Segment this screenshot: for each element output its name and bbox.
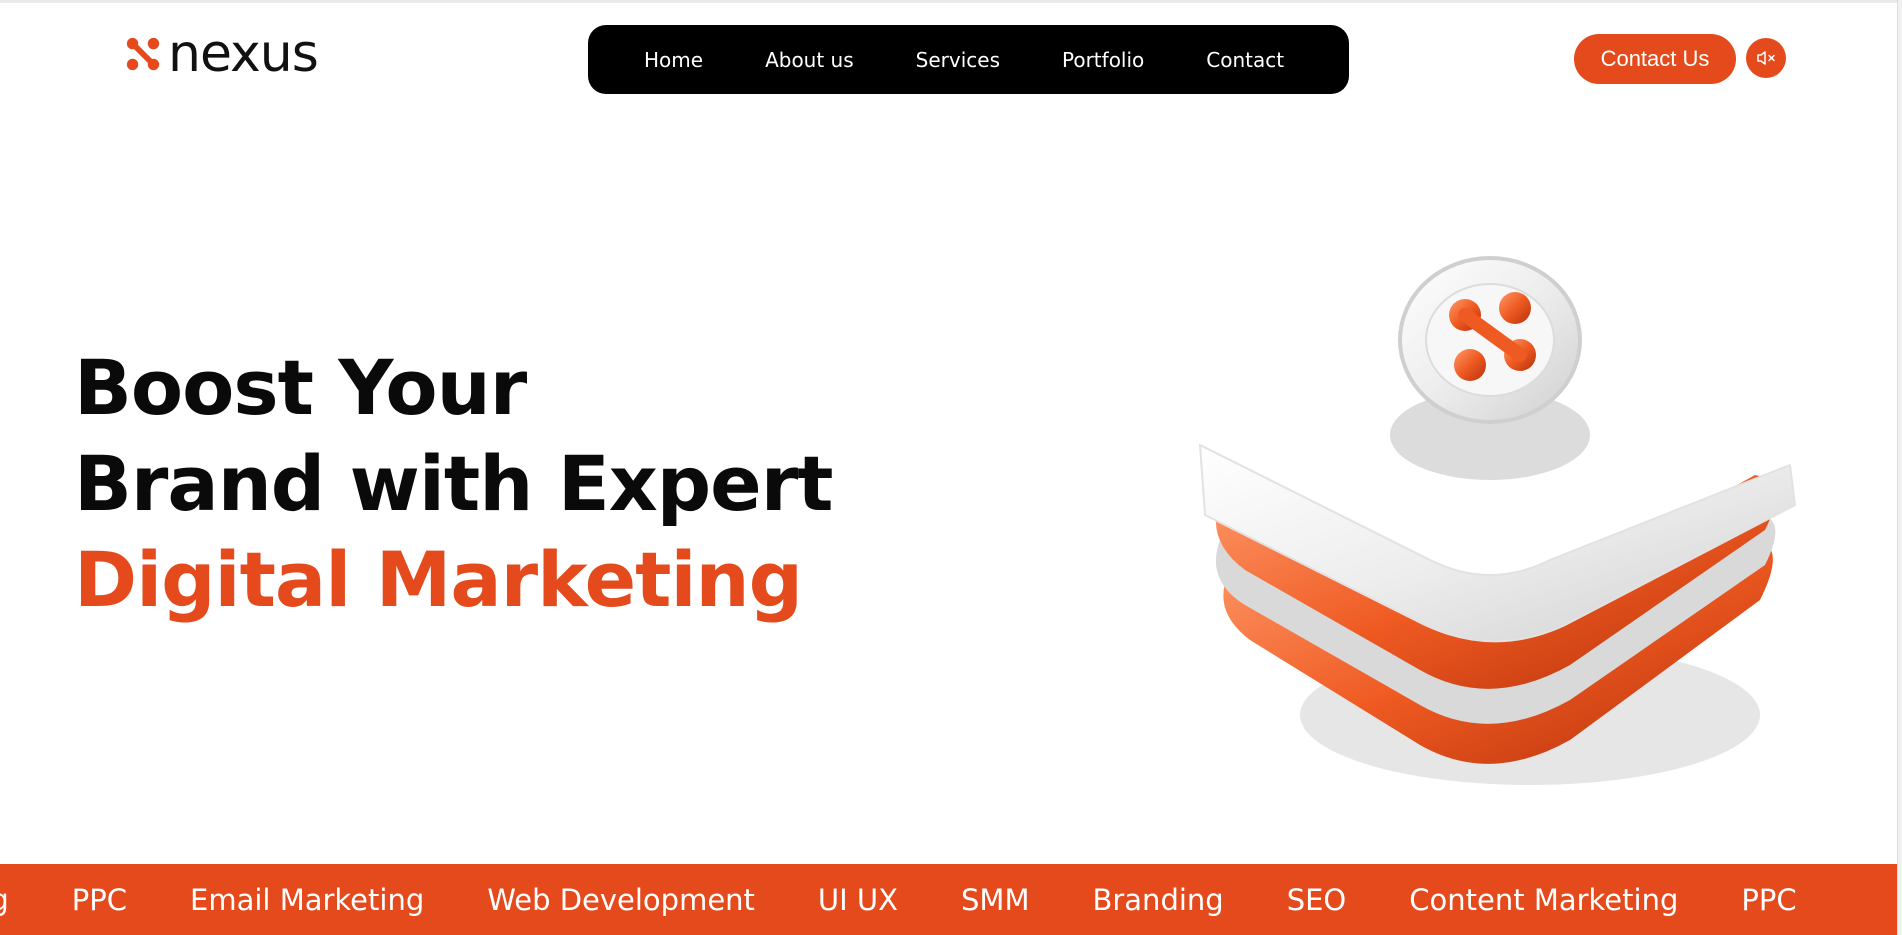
nav-contact[interactable]: Contact <box>1206 48 1284 72</box>
marquee-item: PPC <box>1741 882 1797 917</box>
services-marquee: ng PPC Email Marketing Web Development U… <box>0 864 1897 935</box>
nav-portfolio[interactable]: Portfolio <box>1062 48 1144 72</box>
brand-logo[interactable]: nexus <box>124 24 319 84</box>
marquee-item: Content Marketing <box>1409 882 1679 917</box>
hero-headline: Boost Your Brand with Expert Digital Mar… <box>74 340 834 628</box>
marquee-item: ng <box>0 883 9 917</box>
ring-logo-dot-3 <box>1454 349 1486 381</box>
page-scrollbar[interactable] <box>1897 0 1902 935</box>
ring-logo-dot-2 <box>1499 292 1531 324</box>
nav-services[interactable]: Services <box>916 48 1000 72</box>
nav-about-us[interactable]: About us <box>765 48 854 72</box>
marquee-item: PPC <box>71 882 128 917</box>
hero-line-3: Digital Marketing <box>74 535 803 624</box>
top-border <box>0 0 1902 3</box>
marquee-item: Web Development <box>487 882 755 917</box>
marquee-item: SEO <box>1286 882 1347 917</box>
speaker-muted-icon <box>1757 51 1775 65</box>
hero-3d-illustration <box>1198 256 1797 785</box>
marquee-item: Branding <box>1092 882 1224 917</box>
mute-button[interactable] <box>1746 38 1786 78</box>
hero-line-2: Brand with Expert <box>74 439 834 528</box>
nexus-logo-mark-icon <box>126 37 160 71</box>
marquee-item: UI UX <box>817 882 899 917</box>
marquee-item: Email Marketing <box>190 882 425 917</box>
hero-line-1: Boost Your <box>74 343 527 432</box>
contact-us-button[interactable]: Contact Us <box>1574 34 1736 84</box>
marquee-item: SMM <box>961 882 1030 917</box>
brand-name: nexus <box>168 24 319 84</box>
marquee-track: ng PPC Email Marketing Web Development U… <box>0 864 1860 935</box>
main-nav: Home About us Services Portfolio Contact <box>588 25 1349 94</box>
nav-home[interactable]: Home <box>644 48 703 72</box>
